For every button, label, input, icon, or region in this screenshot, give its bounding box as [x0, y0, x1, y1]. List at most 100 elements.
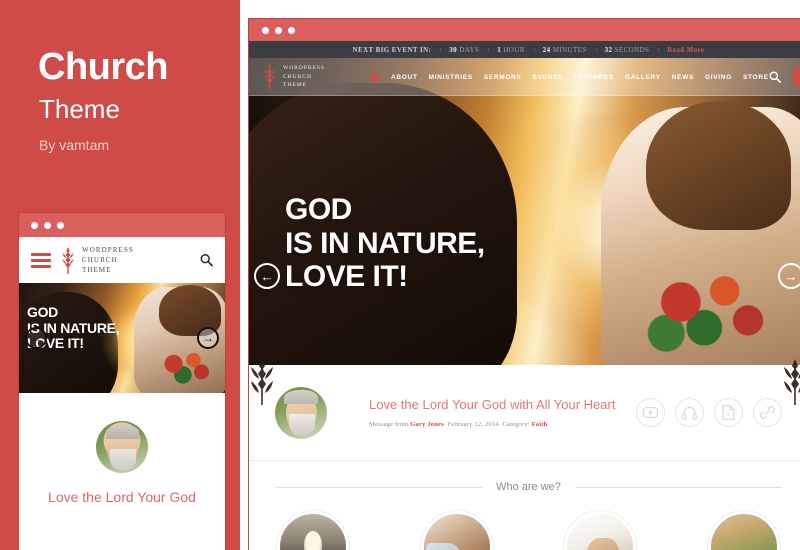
wheat-icon — [263, 62, 277, 92]
church-interior-thumb[interactable] — [277, 511, 349, 550]
wheat-decoration-left — [249, 349, 275, 407]
sermon-meta: Message from Gary Jones. February 12, 20… — [369, 421, 615, 428]
avatar — [275, 386, 327, 439]
who-are-we-thumbnails — [249, 493, 800, 550]
slider-next-button[interactable]: → — [778, 263, 800, 289]
countdown-minutes: 24 MINUTES — [533, 45, 596, 54]
pdf-icon[interactable]: A — [714, 398, 743, 427]
theme-author-label: By vamtam — [39, 137, 110, 153]
wheat-icon — [61, 245, 75, 275]
sermon-category-link[interactable]: Faith — [532, 421, 548, 428]
section-heading-text: Who are we? — [496, 481, 561, 493]
who-are-we-section: Who are we? — [249, 461, 800, 550]
mobile-content: Love the Lord Your God — [19, 393, 225, 507]
search-icon[interactable] — [769, 71, 781, 83]
mobile-titlebar — [19, 213, 225, 237]
mobile-hero-slider: GOD IS IN NATURE, LOVE IT! ← → — [19, 283, 225, 393]
avatar-beard — [109, 449, 136, 471]
screenshot-root: Church Theme By vamtam WORDPRESS CHURCH … — [0, 0, 800, 550]
window-dot — [57, 221, 64, 229]
hero-headline: GOD IS IN NATURE, LOVE IT! — [285, 193, 485, 294]
slider-prev-button[interactable]: ← — [254, 263, 280, 289]
link-icon[interactable] — [753, 398, 782, 427]
avatar-hair — [106, 425, 139, 439]
mobile-post-title[interactable]: Love the Lord Your God — [19, 489, 225, 507]
video-icon[interactable] — [636, 398, 665, 427]
sermon-media-actions: A — [636, 398, 782, 427]
mobile-logo-text: WORDPRESS CHURCH THEME — [82, 245, 134, 275]
featured-sermon-row: Love the Lord Your God with All Your Hea… — [249, 365, 800, 461]
sermon-text-block: Love the Lord Your God with All Your Hea… — [369, 397, 615, 428]
window-dot — [44, 221, 51, 229]
sermon-author-link[interactable]: Gary Jones — [410, 421, 444, 428]
navbar-actions: Donate — [769, 67, 800, 87]
avatar-hair — [284, 389, 318, 405]
home-icon[interactable] — [369, 72, 381, 82]
mobile-slider-next-button[interactable]: → — [197, 327, 219, 349]
countdown-minutes-value: 24 — [542, 45, 551, 54]
sermon-meta-prefix: Message from — [369, 420, 411, 428]
window-dot[interactable] — [262, 26, 269, 34]
hero-headline-line-3: LOVE IT! — [285, 260, 408, 294]
nav-item-about[interactable]: ABOUT — [391, 74, 418, 81]
svg-text:A: A — [727, 413, 731, 419]
nav-item-news[interactable]: NEWS — [672, 74, 694, 81]
countdown-seconds: 32 SECONDS — [595, 45, 659, 54]
mobile-logo[interactable]: WORDPRESS CHURCH THEME — [61, 245, 134, 275]
countdown-hours-unit: HOUR — [503, 45, 525, 54]
hero-bouquet — [640, 266, 786, 359]
headphones-icon[interactable] — [675, 398, 704, 427]
window-dot[interactable] — [275, 26, 282, 34]
event-countdown-bar: NEXT BIG EVENT IN: 30 DAYS 1 HOUR 24 MIN… — [249, 41, 800, 58]
read-more-link[interactable]: Read More — [658, 46, 713, 54]
countdown-minutes-unit: MINUTES — [552, 45, 587, 54]
main-navigation: ABOUT MINISTRIES SERMONS EVENTS FEATURES… — [369, 72, 769, 82]
countdown-hours: 1 HOUR — [488, 46, 534, 54]
hero-headline-line-2: IS IN NATURE, — [285, 226, 485, 260]
countdown-seconds-value: 32 — [604, 45, 613, 54]
hero-slider: WORDPRESS CHURCH THEME ABOUT MINISTRIES SE… — [249, 58, 800, 365]
hero-woman-hair — [645, 100, 792, 230]
theme-info-panel: Church Theme By vamtam WORDPRESS CHURCH … — [0, 0, 240, 550]
section-heading: Who are we? — [249, 481, 800, 493]
desktop-preview-window: NEXT BIG EVENT IN: 30 DAYS 1 HOUR 24 MIN… — [248, 18, 800, 550]
girl-with-flowers-thumb[interactable] — [707, 511, 780, 550]
hero-headline-line-1: GOD — [285, 193, 352, 226]
site-logo-text: WORDPRESS CHURCH THEME — [283, 65, 326, 89]
nav-item-events[interactable]: EVENTS — [533, 74, 563, 81]
nav-item-gallery[interactable]: GALLERY — [625, 74, 661, 81]
countdown-days-unit: DAYS — [459, 45, 480, 54]
donate-button[interactable]: Donate — [792, 67, 800, 87]
site-navbar: WORDPRESS CHURCH THEME ABOUT MINISTRIES SE… — [249, 58, 800, 96]
sermon-meta-date: . February 12, 2014. Category: — [443, 420, 532, 428]
hamburger-icon[interactable] — [31, 252, 51, 268]
page-title: Church — [38, 46, 169, 88]
theme-kind-label: Theme — [39, 94, 120, 124]
avatar-beard — [288, 413, 315, 437]
mobile-preview-frame: WORDPRESS CHURCH THEME GOD IS IN NATURE, L… — [18, 212, 226, 550]
site-logo[interactable]: WORDPRESS CHURCH THEME — [263, 62, 325, 92]
heading-rule-left — [275, 486, 483, 488]
countdown-hours-value: 1 — [497, 45, 502, 54]
countdown-days: 30 DAYS — [440, 46, 488, 54]
countdown-days-value: 30 — [449, 45, 458, 54]
nav-item-sermons[interactable]: SERMONS — [484, 74, 522, 81]
nav-item-store[interactable]: STORE — [743, 74, 769, 81]
nav-item-features[interactable]: FEATURES — [574, 74, 614, 81]
hero-bouquet — [154, 349, 217, 387]
praying-hands-book-thumb[interactable] — [420, 511, 493, 550]
nav-item-ministries[interactable]: MINISTRIES — [429, 74, 473, 81]
browser-titlebar — [249, 19, 800, 41]
window-dot — [31, 221, 38, 229]
search-icon[interactable] — [200, 254, 213, 267]
countdown-seconds-unit: SECONDS — [614, 45, 650, 54]
window-dot[interactable] — [288, 26, 295, 34]
mobile-site-header: WORDPRESS CHURCH THEME — [19, 237, 225, 283]
avatar — [96, 421, 148, 473]
heading-rule-right — [574, 486, 782, 488]
sermon-title-link[interactable]: Love the Lord Your God with All Your Hea… — [369, 397, 615, 413]
praying-hands-white-thumb[interactable] — [564, 511, 637, 550]
countdown-label: NEXT BIG EVENT IN: — [352, 45, 432, 54]
mobile-slider-prev-button[interactable]: ← — [25, 327, 47, 349]
nav-item-giving[interactable]: GIVING — [705, 74, 732, 81]
